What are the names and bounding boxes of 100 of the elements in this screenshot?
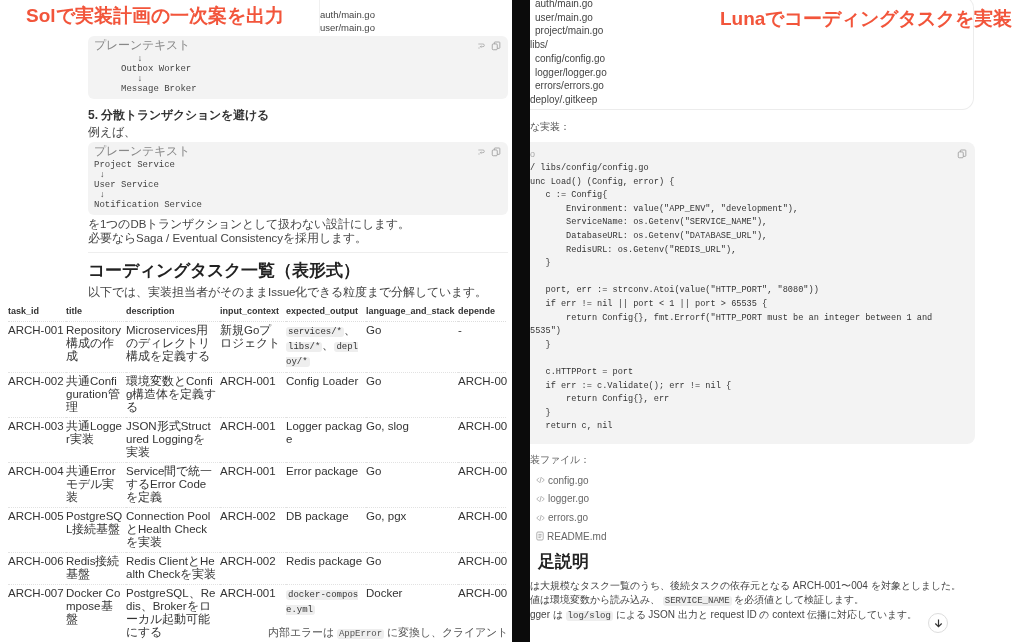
code-line: port, err := strconv.Atoi(value("HTTP_PORT", "8080")) [544, 284, 819, 298]
table-cell: ARCH-001 [220, 417, 286, 463]
code-line: ↓ [98, 170, 105, 180]
code-line: DatabaseURL: os.Getenv("DATABASE_URL"), [565, 229, 768, 243]
section-heading: 足説明 [538, 550, 590, 573]
file-path: errors/errors.go [535, 79, 604, 93]
code-line: User Service [94, 180, 159, 190]
table-cell: ARCH-001 [220, 462, 286, 508]
file-link[interactable]: README.md [536, 526, 607, 546]
scroll-down-button[interactable] [928, 613, 948, 633]
table-cell: Go [366, 372, 458, 418]
table-cell: ARCH-006 [8, 552, 66, 585]
table-cell: PostgreSQL、Redis、Brokerをローカル起動可能にする [126, 584, 220, 642]
table-cell: Redis ClientとHealth Checkを実装 [126, 552, 220, 585]
code-line: RedisURL: os.Getenv("REDIS_URL"), [565, 243, 737, 257]
page-heading: コーディングタスク一覧（表形式） [88, 260, 360, 282]
paragraph: 必要ならSaga / Eventual Consistencyを採用します。 [88, 231, 368, 245]
column-header: depende [458, 303, 506, 322]
table-cell: ARCH-003 [8, 417, 66, 463]
code-line: Project Service [94, 160, 175, 170]
table-cell: Config Loader [286, 372, 366, 418]
wrap-icon[interactable] [477, 147, 485, 156]
code-line: unc Load() (Config, error) { [530, 175, 675, 189]
paragraph: 以下では、実装担当者がそのままIssue化できる粒度まで分解しています。 [88, 285, 488, 299]
code-line: if err := c.Validate(); err != nil { [544, 379, 732, 393]
code-line: Notification Service [94, 200, 203, 210]
file-link[interactable]: config.go [536, 470, 589, 490]
code-line: if err != nil || port < 1 || port > 65535 { [544, 297, 768, 311]
table-cell: Service間で統一するError Codeを定義 [126, 462, 220, 508]
code-line: return Config{}, fmt.Errorf("HTTP_PORT must be an integer between 1 and [565, 311, 933, 325]
table-cell: 共通Logger実装 [66, 417, 126, 463]
table-cell: ARCH-004 [8, 462, 66, 508]
table-cell: ARCH-00 [458, 372, 506, 418]
table-cell: PostgreSQL接続基盤 [66, 507, 126, 553]
table-cell: Go, pgx [366, 507, 458, 553]
file-link[interactable]: errors.go [536, 508, 588, 527]
copy-icon[interactable] [957, 149, 967, 159]
file-path: libs/ [530, 38, 548, 52]
column-header: language_and_stack [366, 303, 458, 322]
code-icon [536, 494, 545, 503]
code-line: Environment: value("APP_ENV", "development"), [565, 202, 799, 216]
table-cell: 共通Errorモデル実装 [66, 462, 126, 508]
table-cell: Connection PoolとHealth Checkを実装 [126, 507, 220, 553]
paragraph: 例えば、 [88, 125, 136, 139]
table-cell: ARCH-00 [458, 552, 506, 585]
file-path: user/main.go [320, 21, 375, 34]
document-icon [536, 531, 544, 542]
column-header: expected_output [286, 303, 366, 322]
file-path: user/main.go [535, 10, 593, 25]
table-cell: Redis接続基盤 [66, 552, 126, 585]
paragraph: を1つのDBトランザクションとして扱わない設計にします。 [88, 217, 411, 231]
code-icon [536, 476, 545, 485]
table-cell: ARCH-00 [458, 462, 506, 508]
code-line: Outbox Worker [120, 64, 192, 74]
code-icon [536, 513, 545, 522]
table-cell: Go, slog [366, 417, 458, 463]
code-line: ServiceName: os.Getenv("SERVICE_NAME"), [565, 216, 768, 230]
code-line: ↓ [98, 190, 105, 200]
code-line: } [544, 406, 551, 420]
table-cell: Go [366, 552, 458, 585]
table-cell: Microservices用のディレクトリ構成を定義する [126, 321, 220, 373]
file-path: auth/main.go [535, 0, 593, 11]
table-cell: ARCH-002 [8, 372, 66, 418]
table-cell: Docker Compose基盤 [66, 584, 126, 642]
caption-title: Solで実装計画の一次案を出力 [26, 4, 284, 28]
copy-icon[interactable] [491, 40, 501, 51]
table-cell: Repository構成の作成 [66, 321, 126, 373]
code-language-label: プレーンテキスト [94, 144, 190, 159]
table-cell: ARCH-002 [220, 507, 286, 553]
wrap-icon[interactable] [477, 41, 485, 50]
table-cell: ARCH-002 [220, 552, 286, 585]
paragraph: 装ファイル： [530, 452, 591, 467]
table-cell: ARCH-00 [458, 507, 506, 553]
paragraph: な実装： [530, 120, 571, 134]
table-cell: Go [366, 321, 458, 373]
copy-icon[interactable] [491, 146, 501, 157]
code-line: c.HTTPPort = port [544, 365, 634, 379]
arrow-down-icon [932, 617, 944, 629]
table-cell: 環境変数とConfig構造体を定義する [126, 372, 220, 418]
table-cell: 共通Configuration管理 [66, 372, 126, 418]
table-cell: Logger package [286, 417, 366, 463]
column-header: task_id [8, 303, 66, 322]
code-line: } [544, 257, 551, 271]
code-line: Message Broker [120, 84, 197, 94]
table-cell: ARCH-001 [8, 321, 66, 373]
file-path: logger/logger.go [535, 65, 607, 80]
paragraph: 値は環境変数から読み込み、 SERVICE_NAME を必須値として検証します。 [530, 592, 865, 608]
file-path: project/main.go [535, 24, 604, 39]
column-header: title [66, 303, 126, 322]
table-cell: DB package [286, 507, 366, 553]
code-line: return c, nil [544, 420, 613, 434]
file-link[interactable]: logger.go [536, 489, 590, 509]
code-language-label: o [530, 149, 535, 159]
table-cell: ARCH-005 [8, 507, 66, 553]
paragraph: gger は log/slog による JSON 出力と request ID の context 伝播に対応しています。 [530, 607, 918, 623]
table-cell: Go [366, 462, 458, 508]
table-cell: Redis package [286, 552, 366, 585]
table-cell: JSON形式Structured Loggingを実装 [126, 417, 220, 463]
file-path: config/config.go [535, 51, 606, 66]
code-line: } [544, 338, 551, 352]
